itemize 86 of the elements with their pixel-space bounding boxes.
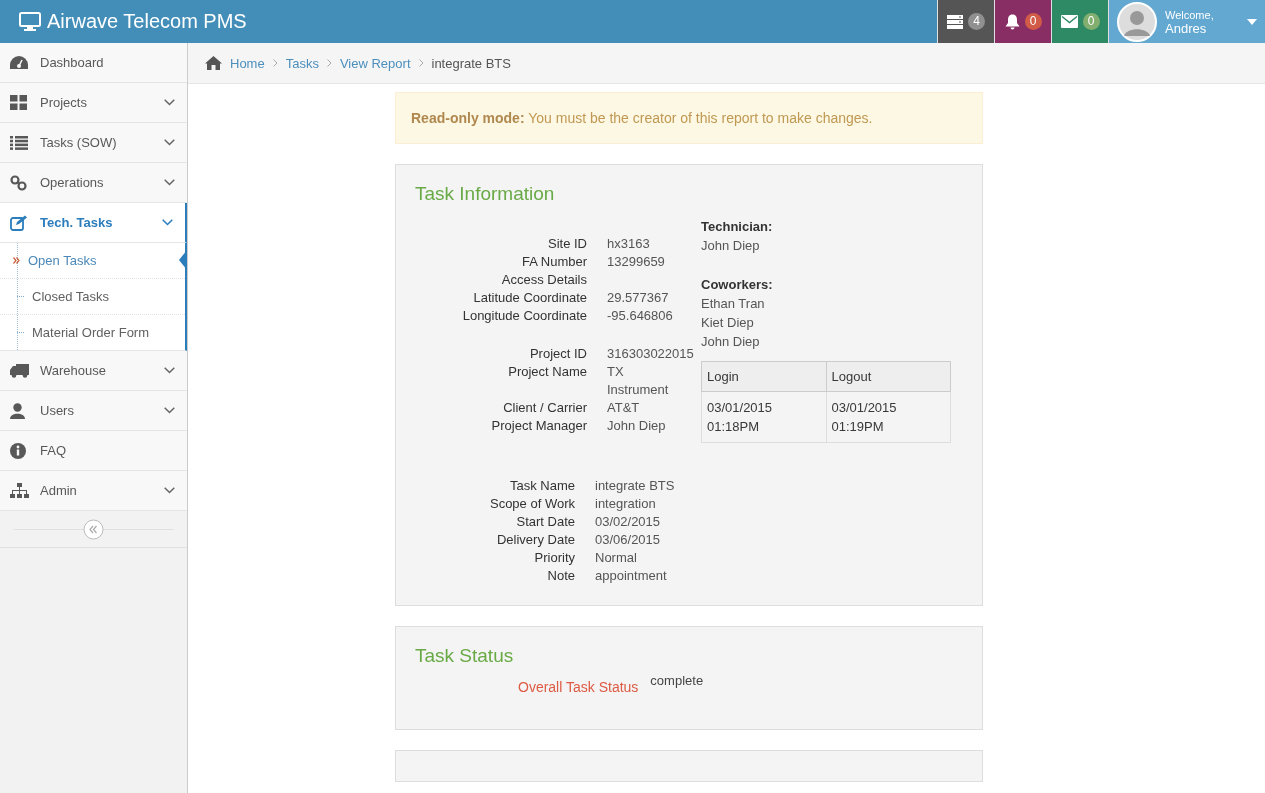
- app-title[interactable]: Airwave Telecom PMS: [47, 10, 247, 33]
- field-value: 316303022015: [607, 345, 694, 363]
- field-label: Project Name: [507, 363, 587, 381]
- notification-count: 0: [1024, 13, 1042, 30]
- sidebar-item[interactable]: Dashboard: [0, 43, 187, 83]
- collapse-sidebar-icon[interactable]: [83, 518, 104, 540]
- home-icon: [205, 56, 222, 70]
- field-label: Access Details: [500, 271, 587, 289]
- field-label: FA Number: [520, 253, 587, 271]
- field-value: hx3163: [607, 235, 651, 253]
- link-icon: [10, 174, 27, 191]
- notification-count: 4: [968, 13, 985, 30]
- sidebar-item[interactable]: Projects: [0, 83, 187, 123]
- sidebar-item[interactable]: Tasks (SOW): [0, 123, 187, 163]
- breadcrumb-link[interactable]: View Report: [339, 55, 411, 71]
- chevron-right-icon: [326, 59, 332, 67]
- field-label: Task Name: [508, 477, 575, 495]
- table-cell: 03/01/2015 01:19PM: [826, 391, 951, 443]
- field-value: 03/06/2015: [595, 531, 662, 549]
- field-label: Project ID: [528, 345, 587, 363]
- sidebar-item[interactable]: Warehouse: [0, 351, 187, 391]
- column-header: Logout: [826, 361, 951, 392]
- coworkers-label: Coworkers:: [701, 276, 774, 294]
- field-value: 13299659: [607, 253, 666, 271]
- breadcrumb-current: integrate BTS: [431, 55, 511, 71]
- field-label: Note: [546, 567, 575, 585]
- field-label: Project Manager: [490, 417, 587, 435]
- coworker-name: Kiet Diep: [701, 314, 755, 332]
- chevron-right-icon: [272, 59, 278, 67]
- envelope-icon: [1060, 15, 1078, 28]
- user-icon: [10, 402, 25, 419]
- notification-count: 0: [1082, 13, 1100, 30]
- panel-title: Task Information: [415, 183, 556, 205]
- field-label: Longitude Coordinate: [461, 307, 587, 325]
- field-label: Priority: [533, 549, 575, 567]
- field-value: appointment: [595, 567, 668, 585]
- monitor-icon: [19, 12, 41, 31]
- field-value: integration: [595, 495, 657, 513]
- status-label: Overall Task Status: [518, 678, 639, 695]
- sidebar-item[interactable]: Users: [0, 391, 187, 431]
- readonly-alert: Read-only mode: You must be the creator of this report to make changes.: [395, 92, 983, 144]
- field-label: Latitude Coordinate: [472, 289, 587, 307]
- field-label: Scope of Work: [488, 495, 575, 513]
- coworker-name: Ethan Tran: [701, 295, 766, 313]
- sidebar-item[interactable]: Tech. Tasks: [0, 203, 187, 243]
- sidebar-item[interactable]: Operations: [0, 163, 187, 203]
- welcome-text: Welcome,: [1165, 7, 1215, 22]
- info-icon: [10, 442, 26, 459]
- technician-name: John Diep: [701, 237, 761, 255]
- field-value: Normal: [595, 549, 638, 567]
- submenu-item[interactable]: Material Order Form: [0, 315, 185, 350]
- sidebar-item[interactable]: Admin: [0, 471, 187, 511]
- sidebar-item[interactable]: FAQ: [0, 431, 187, 471]
- coworker-name: John Diep: [701, 333, 761, 351]
- breadcrumb-link[interactable]: Home: [230, 55, 265, 71]
- server-icon: [947, 14, 963, 29]
- field-value: TX Instrument: [607, 363, 670, 399]
- column-header: Login: [701, 361, 826, 392]
- field-value: 29.577367: [607, 289, 670, 307]
- dashboard-gauge-icon: [10, 55, 28, 70]
- field-value: integrate BTS: [595, 477, 676, 495]
- list-icon: [10, 135, 28, 150]
- bell-icon: [1004, 13, 1020, 30]
- sitemap-icon: [10, 483, 29, 498]
- edit-icon: [10, 214, 28, 231]
- panel-title: Task Status: [415, 645, 515, 667]
- field-value: 03/02/2015: [595, 513, 662, 531]
- field-label: Client / Carrier: [502, 399, 587, 417]
- field-label: Start Date: [515, 513, 575, 531]
- status-value: complete: [650, 673, 704, 688]
- field-value: AT&T: [607, 399, 641, 417]
- submenu-item[interactable]: Closed Tasks: [0, 279, 185, 315]
- chevron-right-icon: [418, 59, 424, 67]
- truck-icon: [10, 363, 29, 378]
- caret-icon: [1247, 18, 1257, 25]
- field-value: -95.646806: [607, 307, 674, 325]
- field-label: Delivery Date: [495, 531, 575, 549]
- table-cell: 03/01/2015 01:18PM: [701, 391, 826, 443]
- grid-icon: [10, 95, 27, 110]
- breadcrumb-link[interactable]: Tasks: [285, 55, 319, 71]
- field-value: John Diep: [607, 417, 667, 435]
- field-label: Site ID: [547, 235, 587, 253]
- double-chevron-icon: [13, 257, 20, 264]
- user-name: Andres: [1165, 21, 1207, 36]
- notification-button[interactable]: 0: [994, 0, 1051, 43]
- technician-label: Technician:: [701, 218, 774, 236]
